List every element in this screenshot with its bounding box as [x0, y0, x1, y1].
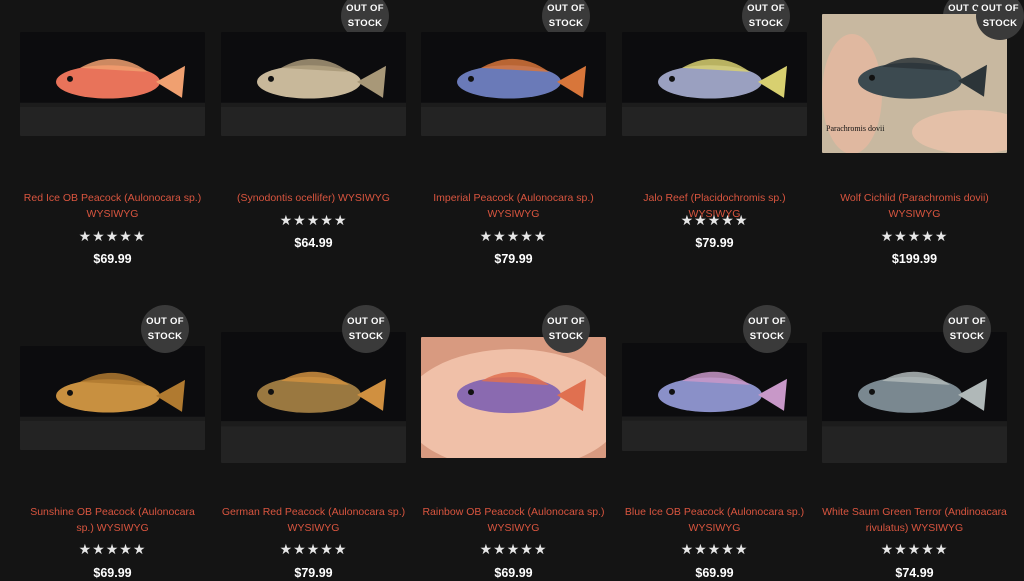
fish-illustration: [421, 32, 606, 136]
badge-text: STOCK: [548, 331, 584, 342]
out-of-stock-badge: OUT OF STOCK: [743, 305, 791, 353]
product-price: $79.99: [494, 252, 533, 266]
badge-text: OUT OF: [747, 3, 785, 14]
product-image[interactable]: [421, 32, 606, 136]
out-of-stock-badge: OUT OF STOCK: [542, 305, 590, 353]
product-image[interactable]: [622, 32, 807, 136]
badge-text: OUT OF: [981, 3, 1019, 14]
fish-illustration: [822, 332, 1007, 463]
star-rating: ★★★★★: [479, 228, 548, 244]
fish-illustration: [20, 346, 205, 450]
badge-text: STOCK: [147, 331, 183, 342]
fish-illustration: [421, 337, 606, 458]
out-of-stock-badge: OUT OF STOCK: [141, 305, 189, 353]
product-grid: Red Ice OB Peacock (Aulonocara sp.) WYSI…: [0, 0, 1024, 581]
product-image[interactable]: [20, 346, 205, 450]
product-price: $79.99: [695, 236, 734, 250]
badge-text: STOCK: [749, 331, 785, 342]
product-price: $199.99: [891, 252, 938, 266]
product-title[interactable]: German Red Peacock (Aulonocara sp.) WYSI…: [221, 504, 406, 536]
product-image[interactable]: [20, 32, 205, 136]
badge-text: STOCK: [949, 331, 985, 342]
badge-text: OUT OF: [948, 316, 986, 327]
fish-illustration: [622, 32, 807, 136]
product-image[interactable]: [221, 332, 406, 463]
product-image[interactable]: [822, 332, 1007, 463]
star-rating: ★★★★★: [880, 228, 949, 244]
product-price: $69.99: [695, 566, 734, 580]
product-title[interactable]: Imperial Peacock (Aulonocara sp.) WYSIWY…: [421, 190, 606, 222]
product-price: $64.99: [294, 236, 333, 250]
product-title[interactable]: Rainbow OB Peacock (Aulonocara sp.) WYSI…: [421, 504, 606, 536]
product-price: $79.99: [294, 566, 333, 580]
fish-illustration: Parachromis dovii: [822, 14, 1007, 153]
product-price: $69.99: [93, 252, 132, 266]
product-image[interactable]: [421, 337, 606, 458]
badge-text: OUT OF: [748, 316, 786, 327]
fish-illustration: [221, 332, 406, 463]
product-image[interactable]: Parachromis dovii: [822, 14, 1007, 153]
badge-text: STOCK: [347, 18, 383, 29]
out-of-stock-badge: OUT OF STOCK: [342, 305, 390, 353]
star-rating: ★★★★★: [78, 541, 147, 557]
product-price: $69.99: [93, 566, 132, 580]
star-rating: ★★★★★: [279, 212, 348, 228]
product-title[interactable]: Red Ice OB Peacock (Aulonocara sp.) WYSI…: [20, 190, 205, 222]
star-rating: ★★★★★: [479, 541, 548, 557]
badge-text: STOCK: [982, 18, 1018, 29]
product-price: $69.99: [494, 566, 533, 580]
image-caption: Parachromis dovii: [826, 124, 885, 133]
product-image[interactable]: [221, 32, 406, 136]
star-rating: ★★★★★: [78, 228, 147, 244]
product-price: $74.99: [895, 566, 934, 580]
badge-text: OUT OF: [146, 316, 184, 327]
badge-text: STOCK: [748, 18, 784, 29]
star-rating: ★★★★★: [880, 541, 949, 557]
badge-text: STOCK: [548, 18, 584, 29]
star-rating: ★★★★★: [279, 541, 348, 557]
badge-text: OUT OF: [547, 3, 585, 14]
out-of-stock-badge: OUT OF STOCK: [943, 305, 991, 353]
fish-illustration: [622, 343, 807, 451]
product-title[interactable]: Sunshine OB Peacock (Aulonocara sp.) WYS…: [20, 504, 205, 536]
fish-illustration: [20, 32, 205, 136]
product-title[interactable]: Wolf Cichlid (Parachromis dovii) WYSIWYG: [822, 190, 1007, 222]
badge-text: OUT OF: [347, 316, 385, 327]
badge-text: OUT OF: [547, 316, 585, 327]
product-title[interactable]: White Saum Green Terror (Andinoacara riv…: [822, 504, 1007, 536]
product-image[interactable]: [622, 343, 807, 451]
product-title[interactable]: (Synodontis ocellifer) WYSIWYG: [221, 190, 406, 206]
product-title[interactable]: Blue Ice OB Peacock (Aulonocara sp.) WYS…: [622, 504, 807, 536]
badge-text: OUT OF: [346, 3, 384, 14]
out-of-stock-badge: OUT OF STOCK: [976, 0, 1024, 40]
star-rating: ★★★★★: [680, 212, 749, 228]
fish-illustration: [221, 32, 406, 136]
star-rating: ★★★★★: [680, 541, 749, 557]
badge-text: STOCK: [348, 331, 384, 342]
